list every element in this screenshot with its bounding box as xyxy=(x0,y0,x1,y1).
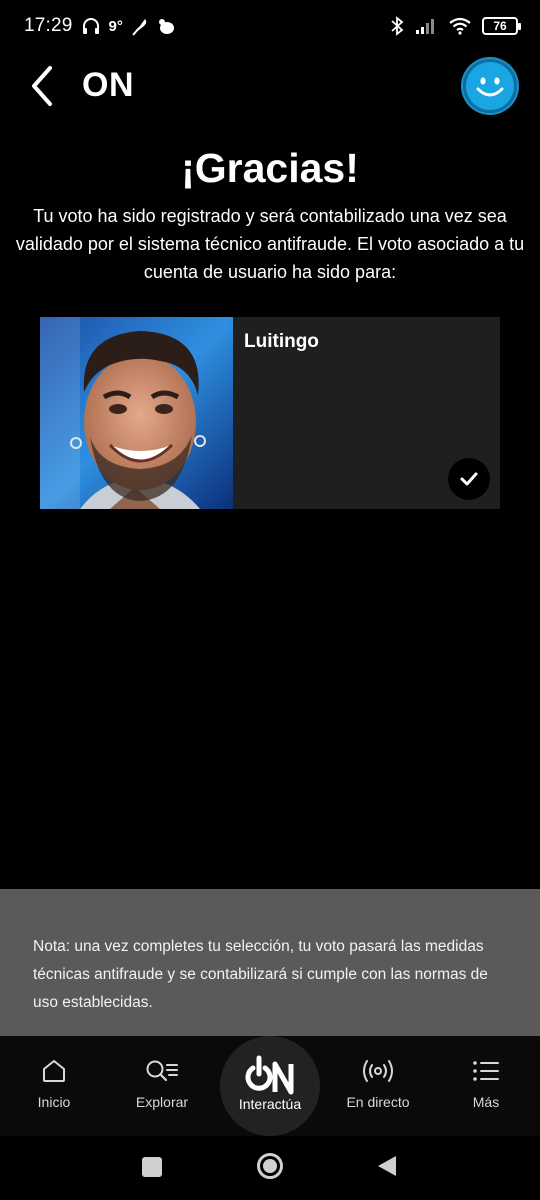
battery-icon: 76 xyxy=(482,17,521,35)
app-notification-icon xyxy=(158,19,174,34)
nav-item-interactua[interactable]: Interactúa xyxy=(220,1036,320,1136)
note-text: Nota: una vez completes tu selección, tu… xyxy=(33,938,488,1011)
chevron-left-icon xyxy=(32,66,52,106)
bottom-nav: Inicio Explorar Interactúa En directo Má… xyxy=(0,1036,540,1136)
headphones-icon xyxy=(82,18,99,34)
nav-item-inicio[interactable]: Inicio xyxy=(4,1056,104,1110)
check-icon xyxy=(460,472,478,486)
broadcast-icon xyxy=(363,1060,393,1082)
nav-label: Inicio xyxy=(37,1094,71,1110)
battery-level: 76 xyxy=(493,19,507,33)
back-nav-button[interactable] xyxy=(376,1154,398,1178)
status-temperature: 9° xyxy=(108,17,123,35)
avatar[interactable] xyxy=(463,59,517,113)
menu-icon xyxy=(473,1061,499,1081)
bluetooth-icon xyxy=(391,16,404,36)
selected-badge xyxy=(448,458,490,500)
wifi-icon xyxy=(449,17,471,35)
status-time: 17:29 xyxy=(24,15,73,36)
nav-label: En directo xyxy=(346,1094,410,1110)
back-button[interactable] xyxy=(26,64,60,108)
signal-icon xyxy=(416,19,434,34)
smiley-icon xyxy=(476,77,504,97)
on-power-logo xyxy=(245,1055,294,1095)
candidate-card[interactable]: Luitingo xyxy=(40,317,500,509)
nav-item-mas[interactable]: Más xyxy=(436,1056,536,1110)
home-icon xyxy=(43,1060,65,1082)
nav-item-explorar[interactable]: Explorar xyxy=(112,1056,212,1110)
header-title: ON xyxy=(82,66,134,104)
candidate-photo xyxy=(40,317,233,509)
app-header: ON xyxy=(0,56,540,116)
nav-label: Más xyxy=(472,1094,500,1110)
nav-label: Interactúa xyxy=(238,1096,302,1112)
candidate-name: Luitingo xyxy=(244,331,319,352)
status-bar: 17:29 9° 76 xyxy=(0,0,540,52)
feather-icon xyxy=(132,19,147,36)
search-list-icon xyxy=(146,1060,178,1082)
home-button[interactable] xyxy=(256,1152,284,1180)
note-box: Nota: una vez completes tu selección, tu… xyxy=(0,889,540,1036)
page-title: ¡Gracias! xyxy=(181,145,359,191)
confirmation-message: Tu voto ha sido registrado y será contab… xyxy=(15,206,525,282)
system-nav xyxy=(0,1136,540,1200)
nav-item-en-directo[interactable]: En directo xyxy=(328,1056,428,1110)
nav-label: Explorar xyxy=(135,1094,189,1110)
recents-button[interactable] xyxy=(141,1156,163,1178)
